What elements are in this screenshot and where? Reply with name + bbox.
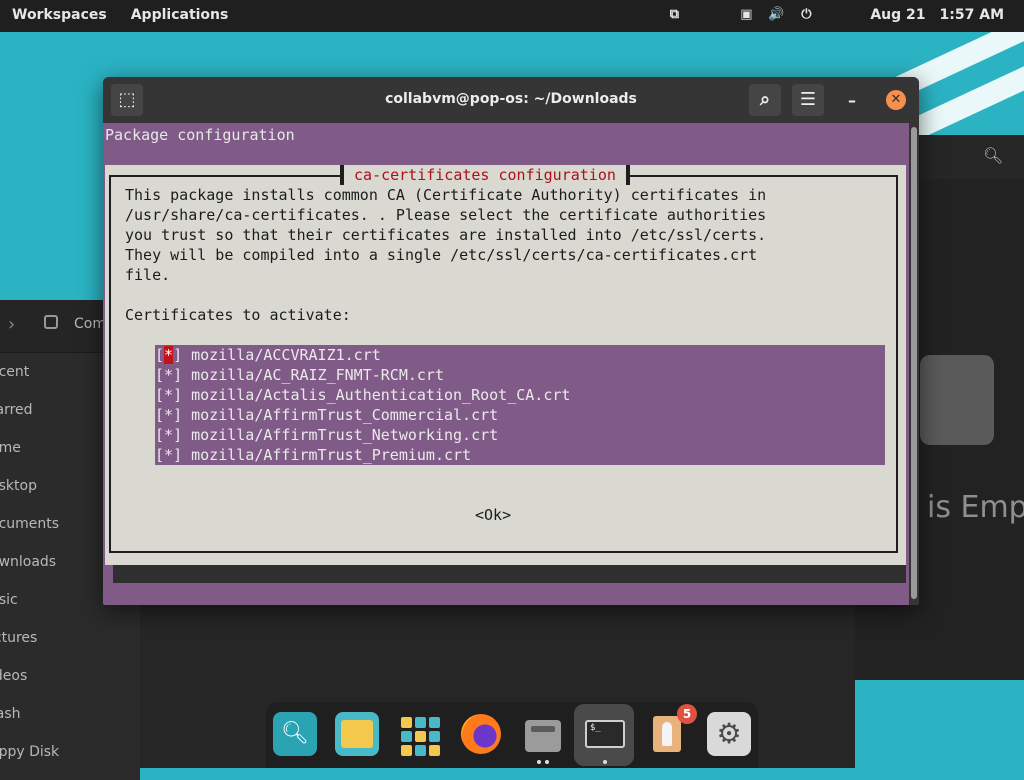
checkbox-mark[interactable]: * xyxy=(164,406,173,424)
certificate-checkbox-item[interactable]: [*] mozilla/Actalis_Authentication_Root_… xyxy=(155,385,570,405)
certificate-name: mozilla/AffirmTrust_Premium.crt xyxy=(191,446,472,464)
certificate-name: mozilla/Actalis_Authentication_Root_CA.c… xyxy=(191,386,571,404)
terminal-window: ⬚ collabvm@pop-os: ~/Downloads ⌕ ☰ – ✕ P… xyxy=(103,77,919,605)
certificate-list: [*] mozilla/ACCVRAIZ1.crt [*] mozilla/AC… xyxy=(155,345,885,465)
files-app-icon[interactable] xyxy=(335,712,379,756)
app-grid-icon[interactable] xyxy=(397,712,441,756)
search-app-icon[interactable]: 🔍︎ xyxy=(273,712,317,756)
running-indicator xyxy=(545,760,549,764)
certificate-checkbox-item[interactable]: [*] mozilla/AffirmTrust_Commercial.crt xyxy=(155,405,498,425)
checkbox-mark[interactable]: * xyxy=(164,346,174,364)
dialog-text-line: They will be compiled into a single /etc… xyxy=(125,246,758,264)
sidebar-item-floppy-disk[interactable]: oppy Disk xyxy=(0,733,140,771)
terminal-icon[interactable]: $_ xyxy=(583,712,627,756)
applications-button[interactable]: Applications xyxy=(131,7,229,23)
dialog-text-line: Certificates to activate: xyxy=(125,306,351,324)
sidebar-item-pictures[interactable]: ictures xyxy=(0,619,140,657)
dialog-shadow xyxy=(113,565,906,583)
checkbox-mark[interactable]: * xyxy=(164,426,173,444)
certificate-checkbox-item[interactable]: [*] mozilla/AffirmTrust_Networking.crt xyxy=(155,425,498,445)
package-configuration-title: Package configuration xyxy=(105,126,295,144)
dialog-text-line: /usr/share/ca-certificates. . Please sel… xyxy=(125,206,767,224)
terminal-screen[interactable]: Package configuration ca-certificates co… xyxy=(103,123,909,605)
dialog-text-line: you trust so that their certificates are… xyxy=(125,226,767,244)
dialog-title: ca-certificates configuration xyxy=(340,165,630,185)
volume-icon[interactable]: 🔊 xyxy=(768,7,784,23)
computer-icon xyxy=(44,315,58,329)
ok-button[interactable]: <Ok> xyxy=(475,505,511,525)
sidebar-item-videos[interactable]: ideos xyxy=(0,657,140,695)
minimize-icon[interactable]: – xyxy=(848,91,856,110)
dialog-text-line: file. xyxy=(125,266,171,284)
workspaces-button[interactable]: Workspaces xyxy=(12,7,107,23)
certificate-checkbox-item[interactable]: [*] mozilla/ACCVRAIZ1.crt xyxy=(155,345,381,365)
sidebar-item-trash[interactable]: rash xyxy=(0,695,140,733)
notification-badge: 5 xyxy=(677,704,697,724)
firefox-icon[interactable] xyxy=(459,712,503,756)
screen-icon[interactable]: ⧉ xyxy=(666,7,682,23)
tray-icon[interactable]: ▣ xyxy=(738,7,754,23)
certificate-checkbox-item[interactable]: [*] mozilla/AC_RAIZ_FNMT-RCM.crt xyxy=(155,365,444,385)
date-label[interactable]: Aug 21 xyxy=(870,7,925,23)
folder-icon xyxy=(920,355,994,445)
search-icon[interactable]: 🔍︎ xyxy=(983,146,1003,165)
scrollbar-thumb[interactable] xyxy=(911,127,917,599)
terminal-titlebar[interactable]: ⬚ collabvm@pop-os: ~/Downloads ⌕ ☰ – ✕ xyxy=(103,77,919,123)
menu-icon[interactable]: ☰ xyxy=(792,84,824,116)
certificate-checkbox-item[interactable]: [*] mozilla/AffirmTrust_Premium.crt xyxy=(155,445,471,465)
running-indicator xyxy=(603,760,607,764)
checkbox-mark[interactable]: * xyxy=(164,366,173,384)
certificate-name: mozilla/AffirmTrust_Networking.crt xyxy=(191,426,499,444)
top-panel: Workspaces Applications ⧉ ▣ 🔊 ⏻ Aug 21 1… xyxy=(0,0,1024,32)
running-indicator xyxy=(537,760,541,764)
certificate-name: mozilla/ACCVRAIZ1.crt xyxy=(191,346,381,364)
close-icon[interactable]: ✕ xyxy=(886,90,906,110)
empty-folder-message: is Empt xyxy=(927,490,1024,525)
file-manager-icon[interactable] xyxy=(521,712,565,756)
certificate-name: mozilla/AffirmTrust_Commercial.crt xyxy=(191,406,499,424)
search-icon[interactable]: ⌕ xyxy=(749,84,781,116)
terminal-scrollbar[interactable] xyxy=(909,123,919,605)
time-label[interactable]: 1:57 AM xyxy=(940,7,1004,23)
power-icon[interactable]: ⏻ xyxy=(798,7,814,23)
settings-icon[interactable]: ⚙ xyxy=(707,712,751,756)
debconf-dialog: ca-certificates configuration This packa… xyxy=(105,165,906,565)
certificate-name: mozilla/AC_RAIZ_FNMT-RCM.crt xyxy=(191,366,444,384)
checkbox-mark[interactable]: * xyxy=(164,386,173,404)
checkbox-mark[interactable]: * xyxy=(164,446,173,464)
chevron-right-icon[interactable]: › xyxy=(8,314,15,335)
dialog-text-line: This package installs common CA (Certifi… xyxy=(125,186,767,204)
